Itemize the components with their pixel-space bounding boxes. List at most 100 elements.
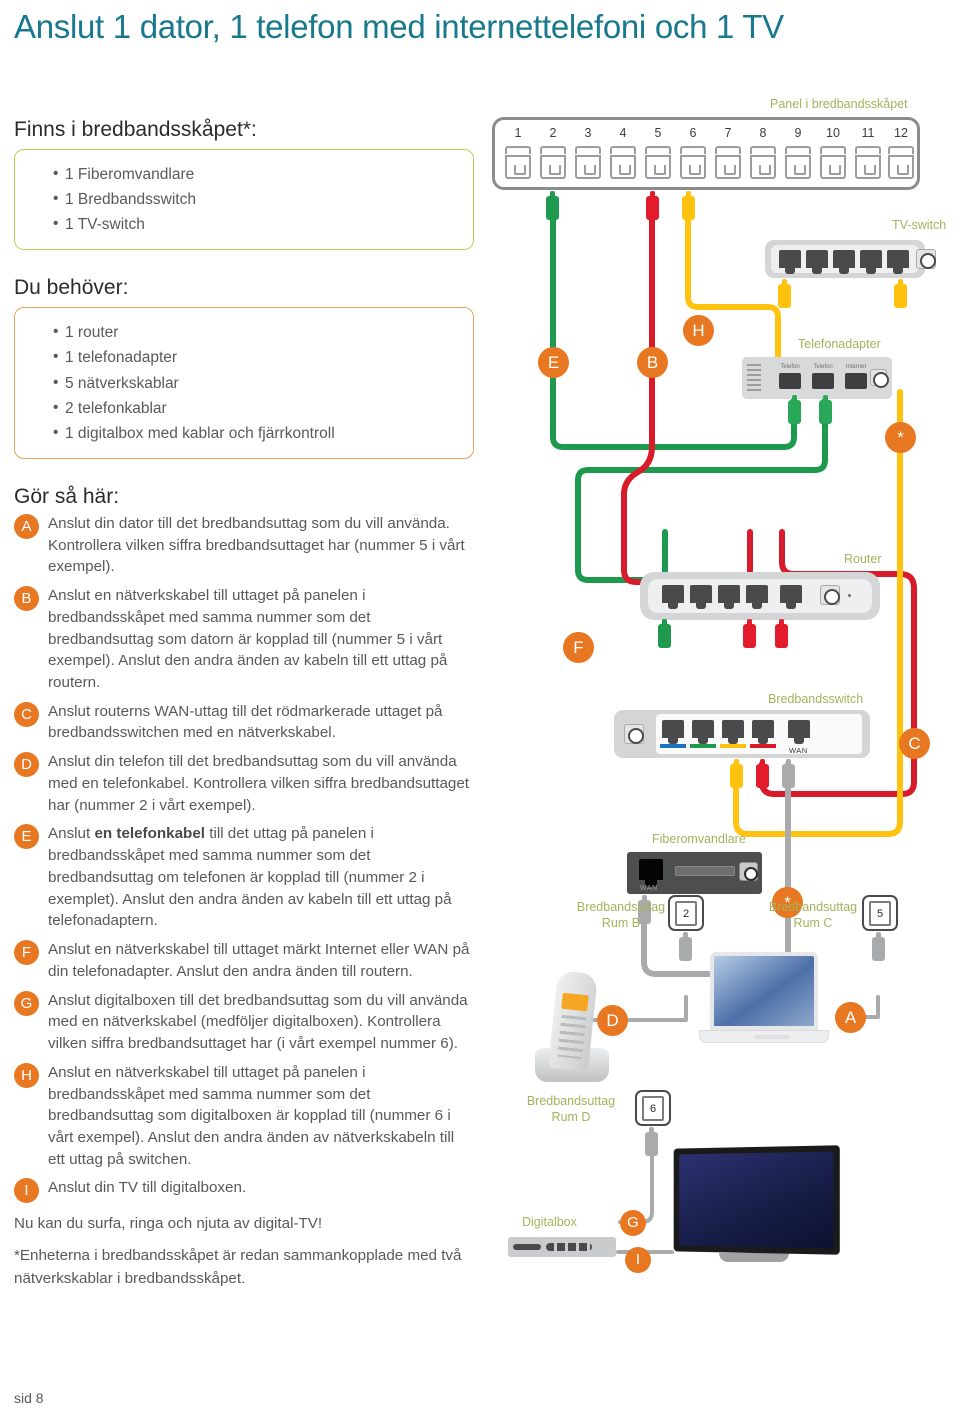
plug-yellow-tvswitch-left[interactable] <box>778 279 791 308</box>
panel-jack[interactable] <box>820 146 846 180</box>
fiber-slot <box>675 866 735 876</box>
plug-green-router[interactable] <box>658 619 671 648</box>
tv-switch-label: TV-switch <box>892 218 947 232</box>
plug-red-router-lan[interactable] <box>743 619 756 648</box>
plug-gray-outlet-c[interactable] <box>872 932 885 961</box>
plug-red-panel[interactable] <box>646 191 659 220</box>
plug-gray-outlet-b[interactable] <box>679 932 692 961</box>
digitalbox[interactable] <box>508 1237 616 1257</box>
plug-red-router-wan[interactable] <box>775 619 788 648</box>
plug-red-switch[interactable] <box>756 759 769 788</box>
router[interactable] <box>640 572 880 620</box>
plug-gray-switch[interactable] <box>782 759 795 788</box>
router-lan-port[interactable] <box>690 585 712 609</box>
step-g: G Anslut digitalboxen till det bredbands… <box>14 990 474 1055</box>
tv-switch-port[interactable] <box>887 250 909 274</box>
panel-jack[interactable] <box>575 146 601 180</box>
laptop-screen <box>710 952 818 1030</box>
panel-port-number: 7 <box>724 126 732 140</box>
adapter-telefon-port-2[interactable] <box>812 373 834 389</box>
diagram-badge-h: H <box>683 315 714 346</box>
router-wan-port[interactable] <box>780 585 802 609</box>
plug-green-panel[interactable] <box>546 191 559 220</box>
howto-section: Gör så här: A Anslut din dator till det … <box>14 485 474 1290</box>
step-d: D Anslut din telefon till det bredbandsu… <box>14 751 474 816</box>
panel-jack[interactable] <box>785 146 811 180</box>
digitalbox-label: Digitalbox <box>522 1215 577 1229</box>
adapter-telefon-port-1[interactable] <box>779 373 801 389</box>
panel-jack[interactable] <box>540 146 566 180</box>
panel-jack[interactable] <box>888 146 914 180</box>
switch-wan-port[interactable] <box>788 720 810 744</box>
tv-switch-port[interactable] <box>806 250 828 274</box>
step-badge-e: E <box>14 824 39 850</box>
switch-lan-port-1[interactable] <box>662 720 684 744</box>
plug-green-adapter-internet[interactable] <box>819 395 832 424</box>
step-e: E Anslut en telefonkabel till det uttag … <box>14 823 474 932</box>
fiber-wan-port[interactable] <box>639 859 663 887</box>
router-lan-port[interactable] <box>746 585 768 609</box>
router-power-jack[interactable] <box>820 585 840 605</box>
wall-outlet-room-c[interactable]: 5 <box>862 895 898 931</box>
router-lan-port[interactable] <box>718 585 740 609</box>
telefonadapter[interactable]: Telefon Telefon Internet <box>742 357 892 399</box>
left-column: Finns i bredbandsskåpet*: 1 Fiberomvandl… <box>14 118 474 1290</box>
fiberomvandlare[interactable]: WAN <box>627 852 762 894</box>
wall-outlet-room-b[interactable]: 2 <box>668 895 704 931</box>
panel-jack[interactable] <box>680 146 706 180</box>
fiber-power-jack[interactable] <box>739 862 758 881</box>
step-badge-f: F <box>14 940 39 966</box>
panel-port-number: 3 <box>584 126 592 140</box>
tv-frame <box>673 1145 840 1255</box>
plug-yellow-tvswitch-right[interactable] <box>894 279 907 308</box>
panel-jack[interactable] <box>610 146 636 180</box>
step-text-h: Anslut en nätverkskabel till uttaget på … <box>48 1063 455 1168</box>
panel-jack[interactable] <box>645 146 671 180</box>
tv-switch-port[interactable] <box>833 250 855 274</box>
outlet-c-label-line1: Bredbandsuttag <box>768 900 858 914</box>
bredbandsswitch-label: Bredbandsswitch <box>768 692 864 706</box>
plug-yellow-switch[interactable] <box>730 759 743 788</box>
switch-lan-port-3[interactable] <box>722 720 744 744</box>
bredbandsswitch[interactable]: WAN <box>614 710 870 758</box>
digitalbox-buttons[interactable] <box>546 1243 592 1251</box>
patch-panel[interactable]: 1 2 3 4 5 6 7 8 9 10 11 12 <box>492 117 920 190</box>
telefonadapter-label: Telefonadapter <box>798 337 881 351</box>
panel-port-number: 9 <box>794 126 802 140</box>
panel-port-number: 2 <box>549 126 557 140</box>
switch-power-jack[interactable] <box>624 724 644 744</box>
switch-port-color-red <box>750 744 776 748</box>
step-text-e: Anslut en telefonkabel till det uttag på… <box>48 823 474 932</box>
adapter-internet-port[interactable] <box>845 373 867 389</box>
outlet-b-label-line2: Rum B <box>601 916 641 930</box>
outlet-c-label-line2: Rum C <box>793 916 833 930</box>
tv-switch-port[interactable] <box>860 250 882 274</box>
wall-outlet-room-d[interactable]: 6 <box>635 1090 671 1126</box>
diagram-asterisk-top: * <box>885 422 916 453</box>
panel-port-number: 11 <box>861 126 875 140</box>
panel-jack[interactable] <box>855 146 881 180</box>
router-lan-port[interactable] <box>662 585 684 609</box>
step-badge-c: C <box>14 701 39 727</box>
panel-port-number: 5 <box>654 126 662 140</box>
step-text-i: Anslut din TV till digitalboxen. <box>48 1179 247 1197</box>
diagram-badge-e: E <box>538 347 569 378</box>
cabinet-section: Finns i bredbandsskåpet*: 1 Fiberomvandl… <box>14 118 474 251</box>
step-badge-g: G <box>14 990 39 1016</box>
television <box>670 1145 840 1262</box>
panel-jack[interactable] <box>750 146 776 180</box>
tv-switch[interactable] <box>765 240 936 278</box>
panel-jack[interactable] <box>715 146 741 180</box>
plug-gray-outlet-d[interactable] <box>645 1127 658 1156</box>
tv-switch-power-jack[interactable] <box>916 249 936 269</box>
outlet-d-label-line1: Bredbandsuttag <box>526 1094 616 1108</box>
plug-green-adapter-telefon[interactable] <box>788 395 801 424</box>
tv-switch-port[interactable] <box>779 250 801 274</box>
switch-lan-port-2[interactable] <box>692 720 714 744</box>
step-badge-a: A <box>14 513 39 539</box>
need-heading: Du behöver: <box>14 276 129 300</box>
adapter-power-jack[interactable] <box>870 369 889 388</box>
panel-jack[interactable] <box>505 146 531 180</box>
switch-lan-port-4[interactable] <box>752 720 774 744</box>
plug-yellow-panel[interactable] <box>682 191 695 220</box>
